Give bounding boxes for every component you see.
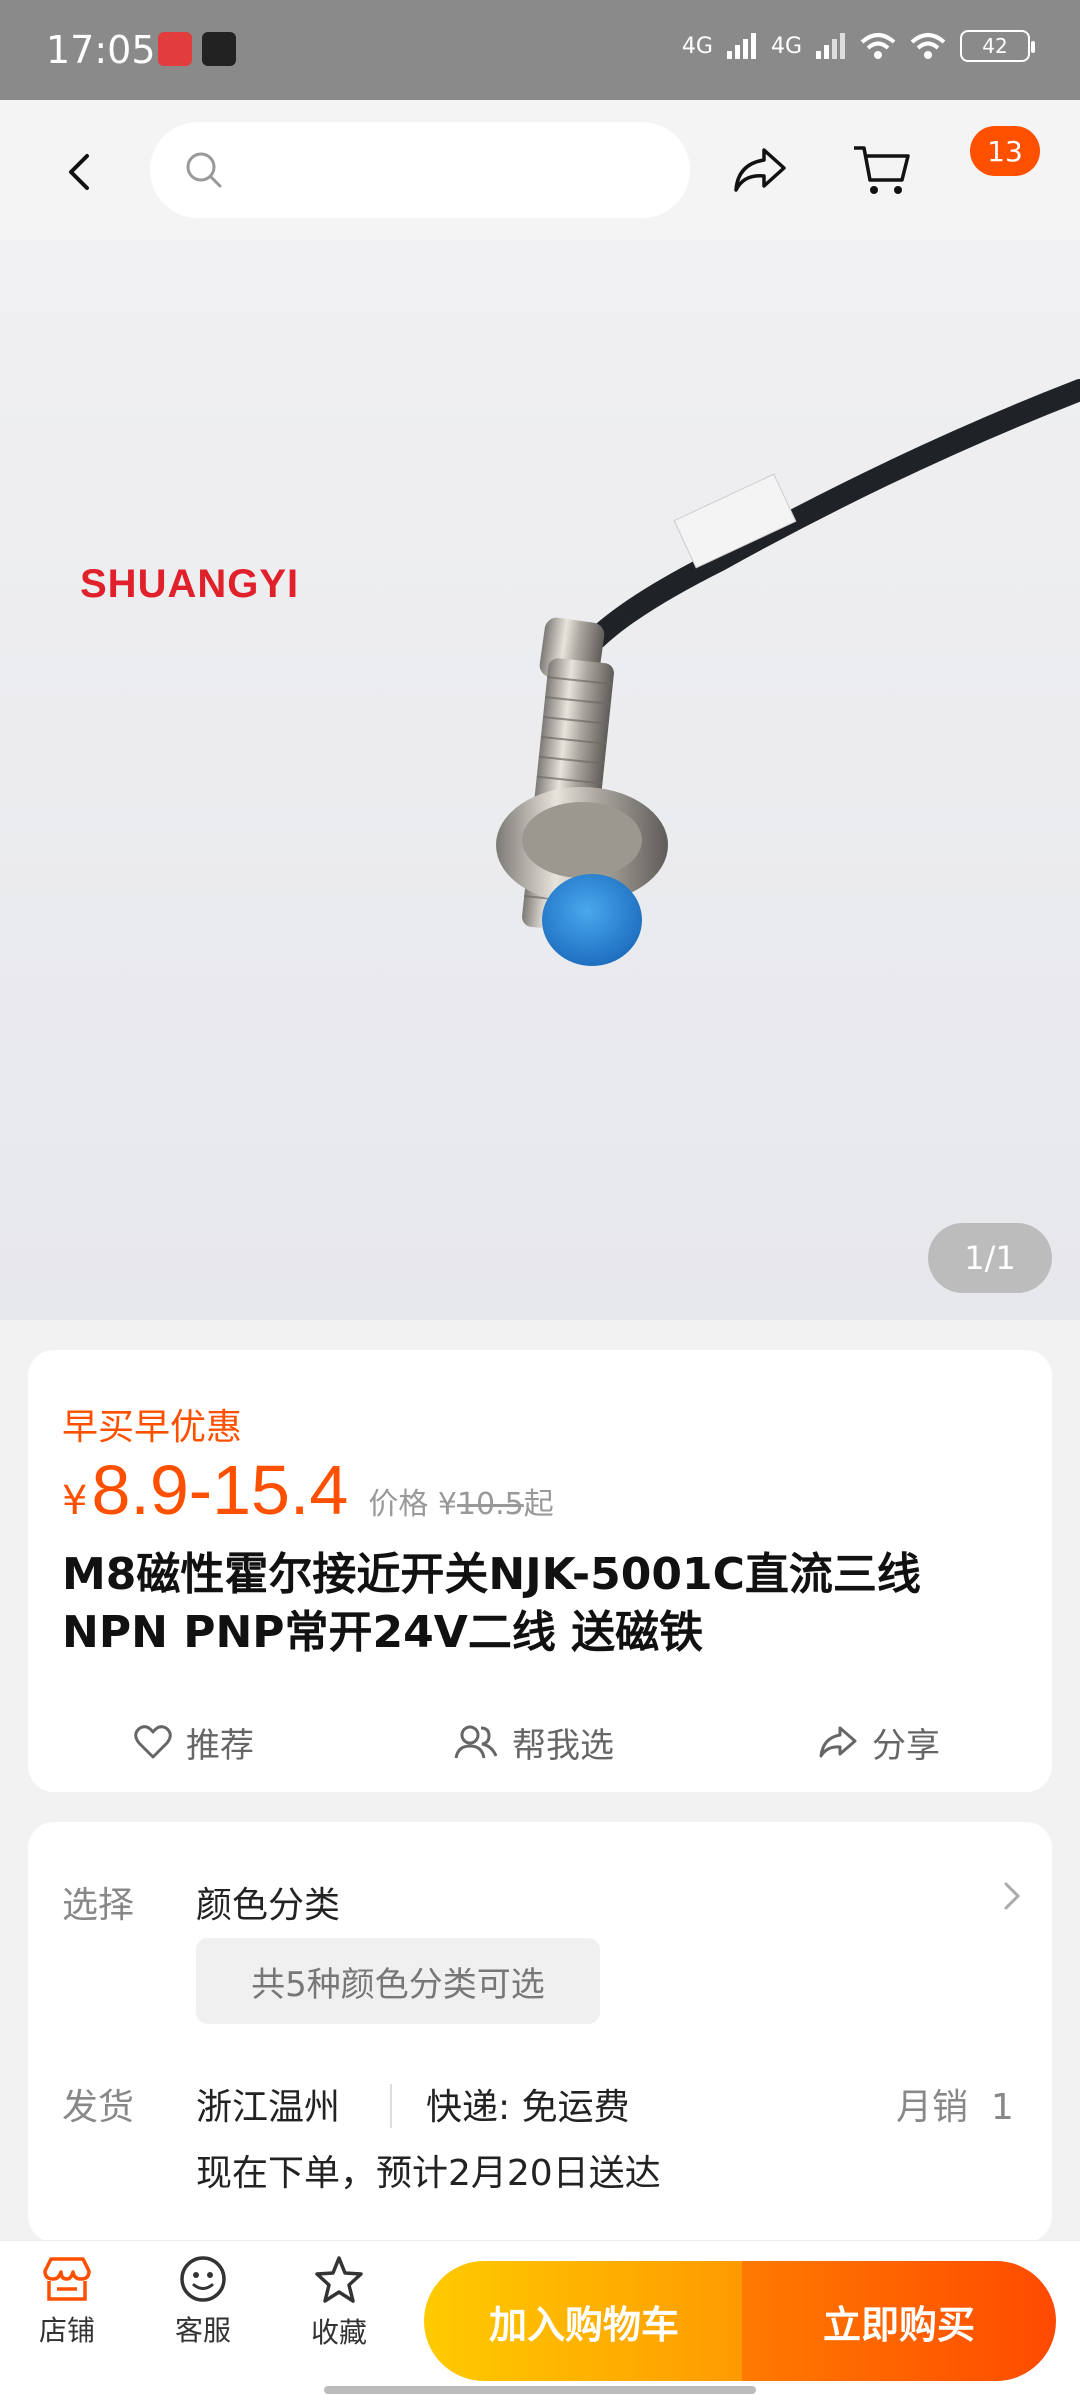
recommend-label: 推荐 [186, 1725, 254, 1766]
price-range: 8.9-15.4 [91, 1451, 349, 1529]
color-options-chip[interactable]: 共5种颜色分类可选 [196, 1938, 600, 2024]
cart-icon[interactable] [852, 142, 912, 198]
share-icon[interactable] [732, 144, 788, 196]
chevron-left-icon [69, 154, 89, 190]
wifi-icon-2 [910, 33, 946, 59]
product-image-gallery[interactable]: SHUANGYI 1/1 [0, 240, 1080, 1320]
product-info-card: 早买早优惠 ¥ 8.9-15.4 价格 ¥10.5起 M8磁性霍尔接近开关NJK… [28, 1350, 1052, 1792]
search-bar[interactable] [150, 122, 690, 218]
star-icon [315, 2256, 363, 2303]
network-4g-2: 4G [770, 33, 802, 59]
select-label: 选择 [62, 1885, 135, 1926]
options-card: 选择 颜色分类 共5种颜色分类可选 发货 浙江温州 快递: 免运费 月销 1 现… [28, 1822, 1052, 2242]
back-button[interactable] [50, 144, 106, 200]
buy-now-button[interactable]: 立即购买 [742, 2261, 1056, 2381]
netease-music-icon [158, 32, 192, 66]
status-bar: 17:05 4G 4G 42 [0, 0, 1080, 100]
wifi-icon [860, 33, 896, 59]
orig-price-prefix: 价格 ¥ [368, 1487, 457, 1522]
favorite-label: 收藏 [310, 2316, 367, 2349]
currency-symbol: ¥ [62, 1478, 88, 1524]
share-icon [819, 1726, 857, 1758]
share-label: 分享 [872, 1725, 940, 1766]
top-nav: 13 [0, 100, 1080, 240]
store-label: 店铺 [38, 2314, 95, 2347]
orig-price-suffix: 起 [523, 1487, 554, 1522]
ship-origin: 浙江温州 [196, 2087, 341, 2128]
express-fee: 快递: 免运费 [426, 2087, 630, 2128]
store-tab[interactable]: 店铺 [12, 2255, 122, 2349]
battery-level: 42 [982, 34, 1008, 58]
customer-service-icon [180, 2256, 226, 2302]
help-choose-button[interactable]: 帮我选 [454, 1702, 614, 1782]
bottom-action-bar: 店铺 客服 收藏 加入购物车 立即购买 [0, 2240, 1080, 2400]
proximity-sensor-image [496, 379, 1080, 966]
heart-icon [134, 1725, 172, 1759]
search-input[interactable] [240, 140, 660, 200]
monthly-sales: 月销 1 [896, 2087, 1014, 2128]
divider [390, 2084, 392, 2128]
recommend-button[interactable]: 推荐 [134, 1702, 254, 1782]
signal-icon [726, 33, 756, 59]
status-time: 17:05 [46, 28, 156, 72]
people-icon [454, 1725, 498, 1759]
service-tab[interactable]: 客服 [148, 2255, 258, 2349]
add-to-cart-button[interactable]: 加入购物车 [424, 2261, 744, 2381]
service-label: 客服 [174, 2314, 231, 2347]
signal-icon-2 [816, 33, 845, 59]
favorite-tab[interactable]: 收藏 [284, 2255, 394, 2351]
price-row: ¥ 8.9-15.4 价格 ¥10.5起 [62, 1450, 554, 1530]
help-choose-label: 帮我选 [512, 1725, 614, 1766]
ship-label: 发货 [62, 2087, 135, 2128]
select-value[interactable]: 颜色分类 [196, 1876, 340, 1928]
original-price: 价格 ¥10.5起 [368, 1479, 553, 1523]
battery-icon: 42 [960, 30, 1035, 62]
store-icon [43, 2257, 91, 2301]
image-counter: 1/1 [928, 1223, 1052, 1293]
chevron-right-icon[interactable] [1002, 1880, 1022, 1912]
network-4g-1: 4G [681, 33, 713, 59]
product-title: M8磁性霍尔接近开关NJK-5001C直流三线NPN PNP常开24V二线 送磁… [62, 1549, 921, 1658]
app-notification-icon [202, 32, 236, 66]
home-indicator[interactable] [324, 2386, 756, 2394]
product-actions: 推荐 帮我选 分享 [28, 1702, 1052, 1782]
search-icon [186, 152, 222, 188]
orig-price-value: 10.5 [456, 1487, 524, 1522]
delivery-estimate: 现在下单，预计2月20日送达 [196, 2153, 661, 2194]
share-button[interactable]: 分享 [818, 1702, 940, 1782]
promo-label: 早买早优惠 [62, 1407, 243, 1448]
cart-count-badge: 13 [970, 126, 1040, 176]
